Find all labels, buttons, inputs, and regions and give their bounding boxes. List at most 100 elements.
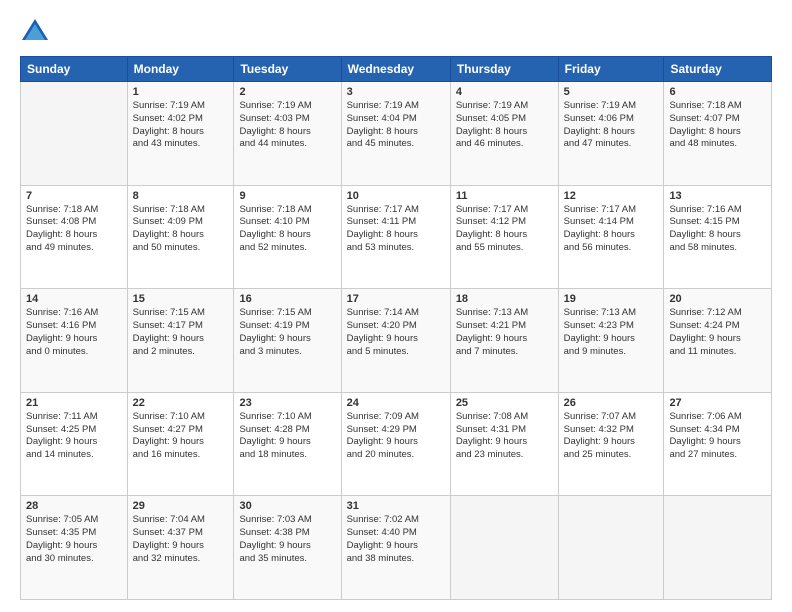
logo-icon	[20, 16, 50, 46]
col-tuesday: Tuesday	[234, 57, 341, 82]
calendar-cell: 5Sunrise: 7:19 AM Sunset: 4:06 PM Daylig…	[558, 82, 664, 186]
col-monday: Monday	[127, 57, 234, 82]
col-sunday: Sunday	[21, 57, 128, 82]
day-number: 9	[239, 190, 335, 202]
day-info: Sunrise: 7:17 AM Sunset: 4:12 PM Dayligh…	[456, 204, 553, 255]
calendar-cell: 18Sunrise: 7:13 AM Sunset: 4:21 PM Dayli…	[450, 289, 558, 393]
day-info: Sunrise: 7:17 AM Sunset: 4:14 PM Dayligh…	[564, 204, 659, 255]
day-info: Sunrise: 7:06 AM Sunset: 4:34 PM Dayligh…	[669, 411, 766, 462]
day-info: Sunrise: 7:18 AM Sunset: 4:10 PM Dayligh…	[239, 204, 335, 255]
calendar-cell: 15Sunrise: 7:15 AM Sunset: 4:17 PM Dayli…	[127, 289, 234, 393]
day-number: 15	[133, 293, 229, 305]
col-friday: Friday	[558, 57, 664, 82]
calendar-cell: 10 Sunrise: 7:17 AM Sunset: 4:11 PM Dayli…	[341, 185, 450, 289]
calendar-cell	[664, 496, 772, 600]
day-info: Sunrise: 7:18 AM Sunset: 4:07 PM Dayligh…	[669, 100, 766, 151]
calendar-cell: 1 Sunrise: 7:19 AM Sunset: 4:02 PM Daylig…	[127, 82, 234, 186]
day-info: Sunrise: 7:07 AM Sunset: 4:32 PM Dayligh…	[564, 411, 659, 462]
page: Sunday Monday Tuesday Wednesday Thursday…	[0, 0, 792, 612]
day-number: 21	[26, 397, 122, 409]
day-number: 3	[347, 86, 445, 98]
calendar-cell: 4 Sunrise: 7:19 AM Sunset: 4:05 PM Daylig…	[450, 82, 558, 186]
day-info: Sunrise: 7:19 AM Sunset: 4:02 PM Dayligh…	[133, 100, 229, 151]
day-number: 14	[26, 293, 122, 305]
calendar-cell: 8Sunrise: 7:18 AM Sunset: 4:09 PM Daylig…	[127, 185, 234, 289]
calendar-cell: 19Sunrise: 7:13 AM Sunset: 4:23 PM Dayli…	[558, 289, 664, 393]
calendar-cell: 22 Sunrise: 7:10 AM Sunset: 4:27 PM Dayli…	[127, 392, 234, 496]
day-number: 18	[456, 293, 553, 305]
calendar-cell: 14 Sunrise: 7:16 AM Sunset: 4:16 PM Dayli…	[21, 289, 128, 393]
day-info: Sunrise: 7:14 AM Sunset: 4:20 PM Dayligh…	[347, 307, 445, 358]
calendar-cell: 6 Sunrise: 7:18 AM Sunset: 4:07 PM Daylig…	[664, 82, 772, 186]
day-number: 29	[133, 500, 229, 512]
calendar-cell: 12 Sunrise: 7:17 AM Sunset: 4:14 PM Dayli…	[558, 185, 664, 289]
day-info: Sunrise: 7:19 AM Sunset: 4:03 PM Dayligh…	[239, 100, 335, 151]
day-info: Sunrise: 7:18 AM Sunset: 4:09 PM Dayligh…	[133, 204, 229, 255]
day-info: Sunrise: 7:19 AM Sunset: 4:04 PM Dayligh…	[347, 100, 445, 151]
day-info: Sunrise: 7:17 AM Sunset: 4:11 PM Dayligh…	[347, 204, 445, 255]
calendar-cell: 21 Sunrise: 7:11 AM Sunset: 4:25 PM Dayli…	[21, 392, 128, 496]
header-row: Sunday Monday Tuesday Wednesday Thursday…	[21, 57, 772, 82]
day-number: 11	[456, 190, 553, 202]
day-number: 12	[564, 190, 659, 202]
calendar-cell: 26 Sunrise: 7:07 AM Sunset: 4:32 PM Dayli…	[558, 392, 664, 496]
calendar-cell: 24 Sunrise: 7:09 AM Sunset: 4:29 PM Dayli…	[341, 392, 450, 496]
day-info: Sunrise: 7:03 AM Sunset: 4:38 PM Dayligh…	[239, 514, 335, 565]
calendar-week-2: 7 Sunrise: 7:18 AM Sunset: 4:08 PM Daylig…	[21, 185, 772, 289]
col-saturday: Saturday	[664, 57, 772, 82]
day-info: Sunrise: 7:04 AM Sunset: 4:37 PM Dayligh…	[133, 514, 229, 565]
calendar-cell: 27 Sunrise: 7:06 AM Sunset: 4:34 PM Dayli…	[664, 392, 772, 496]
day-number: 4	[456, 86, 553, 98]
calendar-cell	[450, 496, 558, 600]
day-info: Sunrise: 7:10 AM Sunset: 4:27 PM Dayligh…	[133, 411, 229, 462]
calendar-cell: 28Sunrise: 7:05 AM Sunset: 4:35 PM Dayli…	[21, 496, 128, 600]
day-info: Sunrise: 7:12 AM Sunset: 4:24 PM Dayligh…	[669, 307, 766, 358]
day-info: Sunrise: 7:08 AM Sunset: 4:31 PM Dayligh…	[456, 411, 553, 462]
day-number: 27	[669, 397, 766, 409]
calendar-cell	[21, 82, 128, 186]
day-info: Sunrise: 7:11 AM Sunset: 4:25 PM Dayligh…	[26, 411, 122, 462]
calendar-cell: 16 Sunrise: 7:15 AM Sunset: 4:19 PM Dayli…	[234, 289, 341, 393]
day-number: 25	[456, 397, 553, 409]
day-number: 13	[669, 190, 766, 202]
calendar-cell: 9 Sunrise: 7:18 AM Sunset: 4:10 PM Daylig…	[234, 185, 341, 289]
day-info: Sunrise: 7:16 AM Sunset: 4:15 PM Dayligh…	[669, 204, 766, 255]
day-number: 22	[133, 397, 229, 409]
day-number: 24	[347, 397, 445, 409]
calendar-week-3: 14 Sunrise: 7:16 AM Sunset: 4:16 PM Dayli…	[21, 289, 772, 393]
day-number: 26	[564, 397, 659, 409]
day-info: Sunrise: 7:10 AM Sunset: 4:28 PM Dayligh…	[239, 411, 335, 462]
calendar-cell: 25 Sunrise: 7:08 AM Sunset: 4:31 PM Dayli…	[450, 392, 558, 496]
day-info: Sunrise: 7:16 AM Sunset: 4:16 PM Dayligh…	[26, 307, 122, 358]
day-number: 7	[26, 190, 122, 202]
day-number: 31	[347, 500, 445, 512]
calendar-table: Sunday Monday Tuesday Wednesday Thursday…	[20, 56, 772, 600]
day-number: 6	[669, 86, 766, 98]
calendar-week-4: 21 Sunrise: 7:11 AM Sunset: 4:25 PM Dayli…	[21, 392, 772, 496]
day-number: 10	[347, 190, 445, 202]
calendar-cell: 13 Sunrise: 7:16 AM Sunset: 4:15 PM Dayli…	[664, 185, 772, 289]
day-number: 23	[239, 397, 335, 409]
calendar-cell: 31 Sunrise: 7:02 AM Sunset: 4:40 PM Dayli…	[341, 496, 450, 600]
day-info: Sunrise: 7:19 AM Sunset: 4:05 PM Dayligh…	[456, 100, 553, 151]
calendar-cell: 11 Sunrise: 7:17 AM Sunset: 4:12 PM Dayli…	[450, 185, 558, 289]
calendar-cell: 23 Sunrise: 7:10 AM Sunset: 4:28 PM Dayli…	[234, 392, 341, 496]
calendar-cell: 30 Sunrise: 7:03 AM Sunset: 4:38 PM Dayli…	[234, 496, 341, 600]
col-wednesday: Wednesday	[341, 57, 450, 82]
calendar-cell: 7 Sunrise: 7:18 AM Sunset: 4:08 PM Daylig…	[21, 185, 128, 289]
day-number: 1	[133, 86, 229, 98]
day-info: Sunrise: 7:18 AM Sunset: 4:08 PM Dayligh…	[26, 204, 122, 255]
calendar-week-5: 28Sunrise: 7:05 AM Sunset: 4:35 PM Dayli…	[21, 496, 772, 600]
day-info: Sunrise: 7:02 AM Sunset: 4:40 PM Dayligh…	[347, 514, 445, 565]
calendar-cell	[558, 496, 664, 600]
day-number: 28	[26, 500, 122, 512]
day-info: Sunrise: 7:13 AM Sunset: 4:23 PM Dayligh…	[564, 307, 659, 358]
calendar-cell: 20Sunrise: 7:12 AM Sunset: 4:24 PM Dayli…	[664, 289, 772, 393]
header	[20, 16, 772, 46]
day-number: 5	[564, 86, 659, 98]
day-number: 17	[347, 293, 445, 305]
day-info: Sunrise: 7:15 AM Sunset: 4:19 PM Dayligh…	[239, 307, 335, 358]
day-number: 30	[239, 500, 335, 512]
day-info: Sunrise: 7:09 AM Sunset: 4:29 PM Dayligh…	[347, 411, 445, 462]
day-number: 16	[239, 293, 335, 305]
